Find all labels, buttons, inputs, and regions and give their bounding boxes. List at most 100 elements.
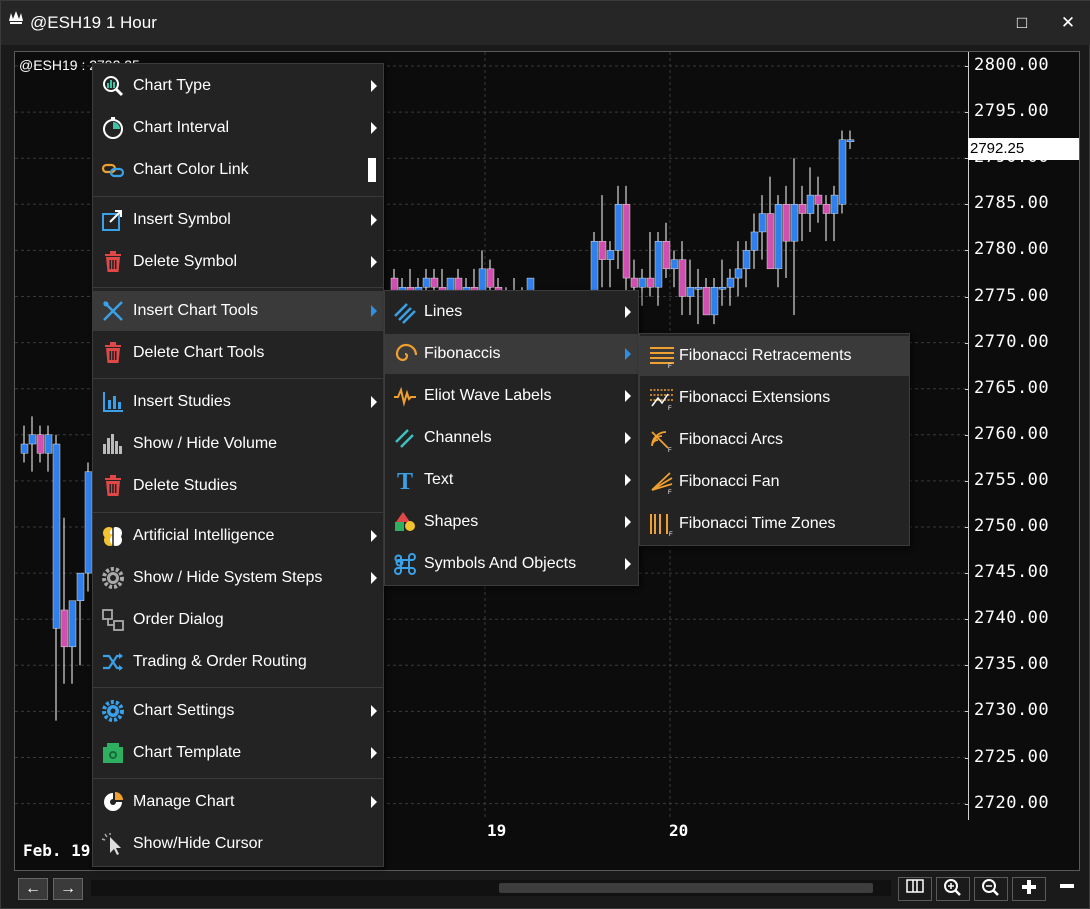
submenu-arrow-icon bbox=[625, 348, 631, 360]
candle-body bbox=[430, 277, 439, 288]
svg-text:F: F bbox=[668, 364, 672, 368]
candle-body bbox=[742, 250, 751, 270]
close-button[interactable]: ✕ bbox=[1053, 9, 1083, 37]
menu-item-chart-settings[interactable]: Chart Settings bbox=[93, 691, 383, 731]
candle-body bbox=[734, 268, 743, 279]
menu-item-insert-symbol[interactable]: Insert Symbol bbox=[93, 200, 383, 240]
menu-item-label: Fibonacci Extensions bbox=[679, 389, 831, 406]
channels-icon bbox=[393, 426, 417, 450]
menu-item-fibonaccis[interactable]: Fibonaccis bbox=[385, 334, 638, 374]
submenu-arrow-icon bbox=[625, 390, 631, 402]
menu-item-label: Manage Chart bbox=[133, 793, 235, 810]
price-axis-label: 2785.00 bbox=[974, 193, 1050, 214]
price-axis-tick bbox=[965, 112, 969, 114]
menu-item-label: Order Dialog bbox=[133, 611, 224, 628]
menu-item-trading-order-routing[interactable]: Trading & Order Routing bbox=[93, 642, 383, 682]
current-price-tag: 2792.25 bbox=[968, 138, 1079, 160]
price-axis-tick bbox=[965, 296, 969, 298]
menu-item-chart-interval[interactable]: Chart Interval bbox=[93, 108, 383, 148]
price-axis-tick bbox=[965, 757, 969, 759]
stopwatch-icon bbox=[101, 116, 125, 140]
menu-item-lines[interactable]: Lines bbox=[385, 292, 638, 332]
fib-fan-icon: F bbox=[648, 470, 676, 496]
menu-item-delete-chart-tools[interactable]: Delete Chart Tools bbox=[93, 333, 383, 373]
zoom-out-icon[interactable] bbox=[974, 877, 1008, 901]
menu-item-fibonacci-retracements[interactable]: F Fibonacci Retracements bbox=[640, 336, 909, 376]
menu-item-shapes[interactable]: Shapes bbox=[385, 502, 638, 542]
menu-item-fibonacci-fan[interactable]: F Fibonacci Fan bbox=[640, 462, 909, 502]
menu-item-insert-studies[interactable]: Insert Studies bbox=[93, 382, 383, 422]
menu-item-show-hide-cursor[interactable]: Show/Hide Cursor bbox=[93, 824, 383, 864]
menu-item-order-dialog[interactable]: Order Dialog bbox=[93, 600, 383, 640]
price-axis-tick bbox=[965, 480, 969, 482]
maximize-button[interactable]: □ bbox=[1007, 9, 1037, 37]
submenu-arrow-icon bbox=[625, 558, 631, 570]
menu-item-chart-type[interactable]: Chart Type bbox=[93, 66, 383, 106]
menu-item-label: Trading & Order Routing bbox=[133, 653, 307, 670]
menu-item-show-hide-system-steps[interactable]: Show / Hide System Steps bbox=[93, 558, 383, 598]
minus-icon[interactable] bbox=[1050, 877, 1084, 901]
menu-item-label: Chart Settings bbox=[133, 702, 235, 719]
candle-body bbox=[662, 240, 671, 270]
candle-body bbox=[830, 194, 839, 214]
submenu-arrow-icon bbox=[371, 796, 377, 808]
candle-body bbox=[44, 434, 53, 454]
menu-item-artificial-intelligence[interactable]: Artificial Intelligence bbox=[93, 516, 383, 556]
menu-item-delete-symbol[interactable]: Delete Symbol bbox=[93, 242, 383, 282]
submenu-arrow-icon bbox=[625, 474, 631, 486]
menu-item-label: Shapes bbox=[424, 513, 479, 530]
candle-body bbox=[814, 194, 823, 205]
menu-item-label: Show / Hide Volume bbox=[133, 435, 278, 452]
submenu-arrow-icon bbox=[625, 306, 631, 318]
trash-icon bbox=[101, 341, 125, 365]
price-axis-label: 2760.00 bbox=[974, 423, 1050, 444]
candle-body bbox=[718, 287, 727, 290]
bar-chart-icon bbox=[101, 390, 125, 414]
candle-body bbox=[68, 600, 77, 648]
scrollbar-thumb[interactable] bbox=[499, 883, 873, 893]
menu-item-show-hide-volume[interactable]: Show / Hide Volume bbox=[93, 424, 383, 464]
svg-text:F: F bbox=[668, 406, 672, 410]
menu-item-chart-color-link[interactable]: Chart Color Link bbox=[93, 150, 383, 190]
menu-item-insert-chart-tools[interactable]: Insert Chart Tools bbox=[93, 291, 383, 331]
menu-item-chart-template[interactable]: Chart Template bbox=[93, 733, 383, 773]
menu-separator bbox=[93, 378, 383, 379]
svg-text:F: F bbox=[669, 532, 673, 536]
submenu-arrow-icon bbox=[371, 572, 377, 584]
menu-item-fibonacci-arcs[interactable]: F Fibonacci Arcs bbox=[640, 420, 909, 460]
candle-body bbox=[60, 609, 69, 648]
menu-item-label: Fibonacci Fan bbox=[679, 473, 780, 490]
menu-item-eliot-wave-labels[interactable]: Eliot Wave Labels bbox=[385, 376, 638, 416]
menu-item-symbols-and-objects[interactable]: Symbols And Objects bbox=[385, 544, 638, 584]
menu-separator bbox=[93, 196, 383, 197]
menu-item-label: Insert Symbol bbox=[133, 211, 231, 228]
menu-item-label: Show/Hide Cursor bbox=[133, 835, 263, 852]
candle-body bbox=[790, 204, 799, 242]
menu-separator bbox=[93, 687, 383, 688]
menu-item-label: Eliot Wave Labels bbox=[424, 387, 552, 404]
menu-item-manage-chart[interactable]: Manage Chart bbox=[93, 782, 383, 822]
price-axis-tick bbox=[965, 342, 969, 344]
price-axis-tick bbox=[965, 66, 969, 67]
menu-item-fibonacci-extensions[interactable]: F Fibonacci Extensions bbox=[640, 378, 909, 418]
candle-body bbox=[622, 204, 631, 279]
menu-item-delete-studies[interactable]: Delete Studies bbox=[93, 466, 383, 506]
menu-item-text[interactable]: T Text bbox=[385, 460, 638, 500]
columns-icon[interactable] bbox=[898, 877, 932, 901]
price-axis[interactable]: 2800.002795.002790.002785.002780.002775.… bbox=[965, 52, 1080, 820]
price-axis-tick bbox=[965, 527, 969, 528]
fib-arcs-icon: F bbox=[648, 428, 676, 454]
svg-text:F: F bbox=[668, 490, 672, 494]
menu-item-channels[interactable]: Channels bbox=[385, 418, 638, 458]
scroll-forward-button[interactable]: → bbox=[53, 878, 83, 900]
menu-item-label: Delete Symbol bbox=[133, 253, 238, 270]
menu-item-fibonacci-time-zones[interactable]: F Fibonacci Time Zones bbox=[640, 504, 909, 544]
plus-icon[interactable] bbox=[1012, 877, 1046, 901]
candle-body bbox=[52, 443, 61, 629]
magnifier-chart-icon bbox=[101, 74, 125, 98]
candle-body bbox=[774, 204, 783, 270]
candle-body bbox=[630, 277, 639, 288]
candle-body bbox=[76, 572, 85, 601]
scroll-back-button[interactable]: ← bbox=[18, 878, 48, 900]
zoom-in-icon[interactable] bbox=[936, 877, 970, 901]
